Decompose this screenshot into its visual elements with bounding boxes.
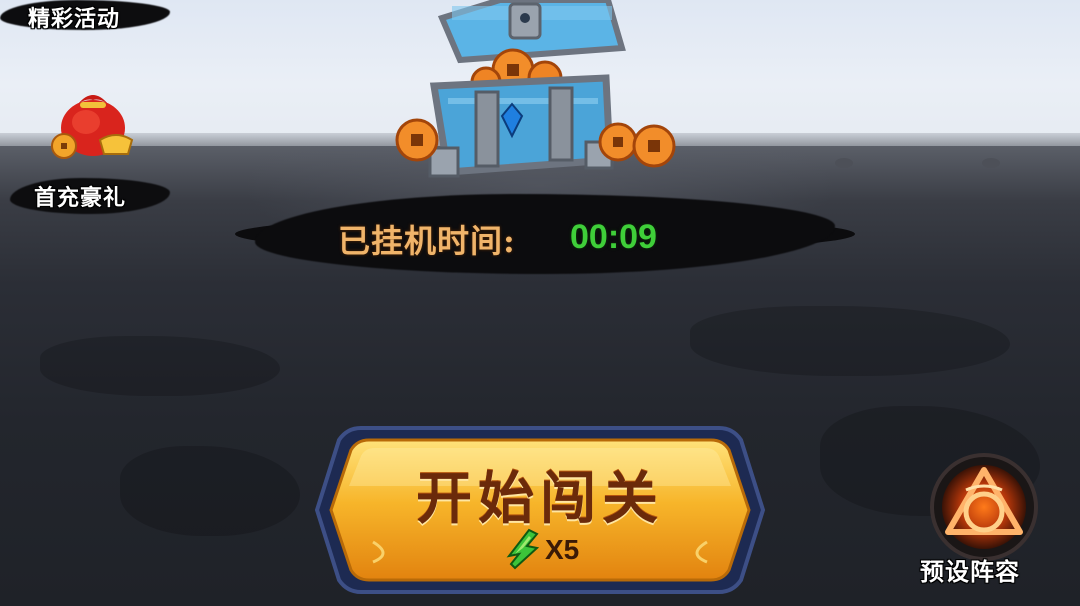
idle-time-banner: 已挂机时间: 00:09 (235, 180, 855, 290)
formation-emblem-icon (930, 453, 1038, 561)
preset-lineup-button[interactable]: 预设阵容 (910, 452, 1060, 592)
start-challenge-label: 开始闯关 (416, 466, 664, 532)
events-label: 精彩活动 (28, 6, 121, 32)
preset-lineup-label: 预设阵容 (920, 557, 1020, 586)
treasure-chest-icon (395, 0, 676, 178)
idle-time-label: 已挂机时间: (338, 222, 516, 260)
green-lightning-energy-icon (506, 528, 540, 570)
idle-time-value: 00:09 (570, 218, 657, 256)
first-recharge-label: 首充豪礼 (34, 185, 127, 211)
start-challenge-button[interactable]: 开始闯关 X5 (313, 422, 767, 598)
red-gift-bag-icon (51, 95, 134, 159)
events-entry-button[interactable]: 精彩活动 (0, 0, 175, 32)
first-recharge-button[interactable]: 首充豪礼 (10, 80, 170, 215)
energy-cost: X5 (545, 534, 580, 565)
